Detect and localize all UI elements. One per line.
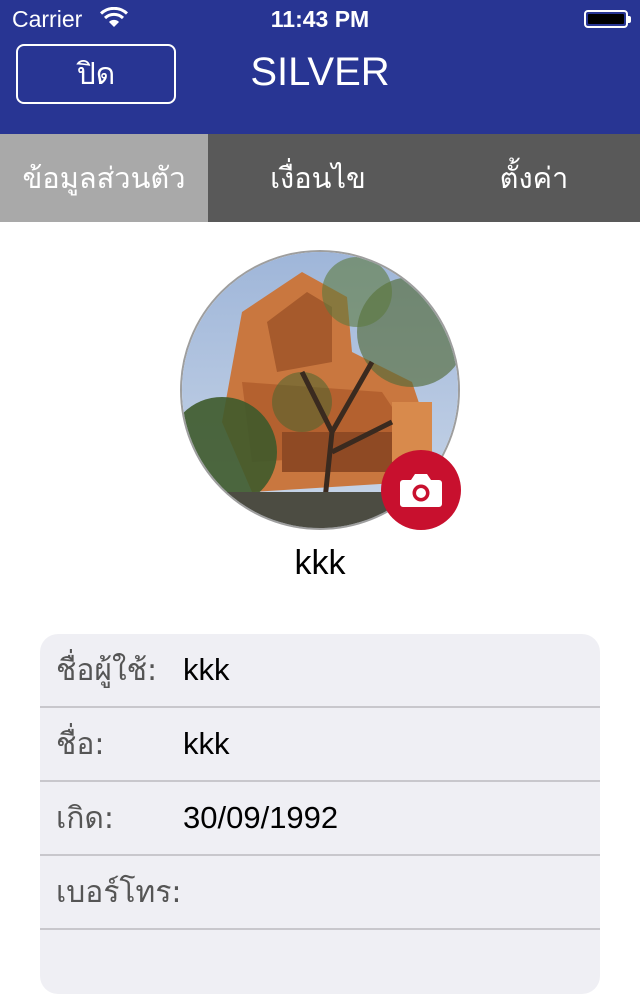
status-bar: Carrier 11:43 PM (0, 0, 640, 40)
field-label: เกิด: (56, 800, 115, 836)
nav-header: Carrier 11:43 PM ปิด SILVER (0, 0, 640, 134)
change-photo-button[interactable] (381, 450, 461, 530)
page-title: SILVER (250, 50, 390, 94)
tab-terms[interactable]: เงื่อนไข (208, 134, 428, 222)
profile-details-card: ชื่อผู้ใช้: kkk ชื่อ: kkk เกิด: 30/09/19… (40, 634, 600, 994)
close-button[interactable]: ปิด (16, 44, 176, 104)
field-label: เบอร์โทร: (56, 874, 182, 910)
battery-icon (584, 10, 631, 28)
field-username: ชื่อผู้ใช้: kkk (40, 634, 600, 708)
clock: 11:43 PM (270, 6, 370, 32)
camera-icon (400, 474, 442, 507)
field-birthdate: เกิด: 30/09/1992 (40, 782, 600, 856)
profile-name: kkk (294, 544, 346, 582)
field-label: ชื่อผู้ใช้: (56, 652, 158, 688)
tab-bar: ข้อมูลส่วนตัว เงื่อนไข ตั้งค่า (0, 134, 640, 222)
field-label: ชื่อ: (56, 726, 105, 762)
field-name: ชื่อ: kkk (40, 708, 600, 782)
field-value: kkk (183, 652, 230, 687)
tab-settings[interactable]: ตั้งค่า (428, 134, 640, 222)
field-value: kkk (183, 726, 230, 761)
avatar-container (180, 250, 461, 530)
tab-personal-info[interactable]: ข้อมูลส่วนตัว (0, 134, 208, 222)
field-value: 30/09/1992 (183, 800, 339, 835)
field-phone: เบอร์โทร: (40, 856, 600, 930)
